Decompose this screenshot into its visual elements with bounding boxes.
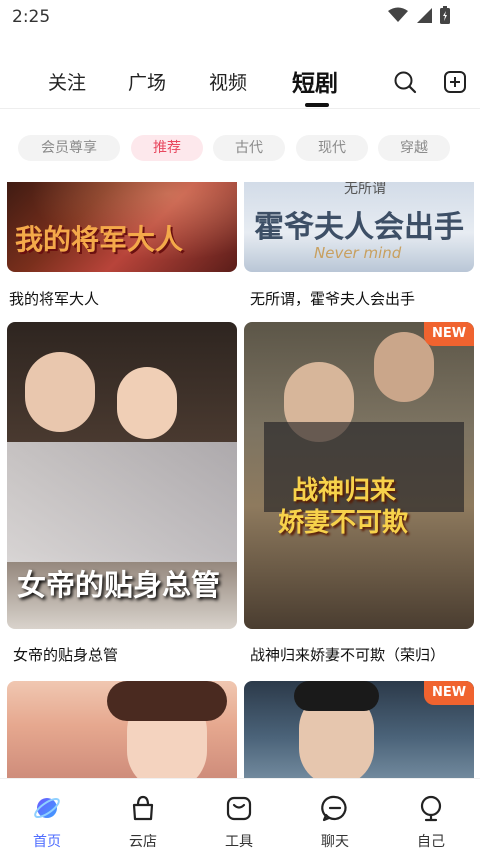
category-chips: 会员尊享 推荐 古代 现代 穿越 (0, 135, 480, 163)
chip-vip[interactable]: 会员尊享 (18, 135, 120, 161)
poster-title-line2: 娇妻不可欺 (278, 508, 409, 538)
new-badge: NEW (424, 681, 474, 705)
drama-card[interactable]: 女帝的贴身总管 女帝的贴身总管 (7, 322, 237, 667)
toolbox-icon (226, 796, 252, 821)
drama-poster (7, 681, 237, 778)
drama-poster: 战神归来 娇妻不可欺 NEW (244, 322, 474, 629)
search-icon[interactable] (393, 70, 417, 94)
chip-time-travel[interactable]: 穿越 (378, 135, 450, 161)
status-time: 2:25 (12, 7, 51, 27)
planet-icon (34, 797, 60, 819)
drama-poster: 无所谓 霍爷夫人会出手 Never mind (244, 182, 474, 272)
drama-card[interactable]: 我的将军大人 我的将军大人 (7, 182, 237, 314)
shopping-bag-icon (132, 795, 154, 821)
drama-card[interactable]: 无所谓 霍爷夫人会出手 Never mind 无所谓，霍爷夫人会出手 (244, 182, 474, 314)
top-tab-bar: 关注 广场 视频 短剧 (0, 56, 480, 108)
drama-card[interactable]: 战神归来 娇妻不可欺 NEW 战神归来娇妻不可欺（荣归） (244, 322, 474, 667)
bottom-nav: 首页 云店 工具 聊天 自己 (0, 778, 480, 853)
tab-plaza[interactable]: 广场 (128, 68, 166, 95)
wifi-icon (388, 7, 408, 22)
poster-english-text: Never mind (314, 244, 402, 262)
profile-icon (420, 795, 442, 822)
tab-follow[interactable]: 关注 (48, 68, 86, 95)
nav-tools[interactable]: 工具 (204, 793, 274, 851)
nav-store[interactable]: 云店 (108, 793, 178, 851)
drama-card[interactable]: NEW (244, 681, 474, 778)
drama-card[interactable] (7, 681, 237, 778)
poster-title-text: 霍爷夫人会出手 (254, 210, 464, 245)
poster-figure-female (117, 367, 177, 439)
chip-ancient[interactable]: 古代 (213, 135, 285, 161)
tab-video[interactable]: 视频 (209, 68, 247, 95)
active-tab-indicator (305, 103, 329, 107)
header-divider (0, 108, 480, 109)
nav-home[interactable]: 首页 (12, 793, 82, 851)
nav-label-profile: 自己 (417, 834, 445, 850)
signal-icon (417, 8, 432, 23)
drama-poster: 我的将军大人 (7, 182, 237, 272)
battery-icon (440, 6, 450, 24)
card-title: 战神归来娇妻不可欺（荣归） (250, 646, 446, 664)
poster-title-text: 我的将军大人 (15, 223, 184, 256)
chip-recommend[interactable]: 推荐 (131, 135, 203, 161)
poster-subtitle-text: 无所谓 (344, 182, 386, 197)
nav-label-tools: 工具 (225, 834, 253, 850)
nav-label-chat: 聊天 (321, 834, 349, 850)
drama-feed[interactable]: 我的将军大人 我的将军大人 无所谓 霍爷夫人会出手 Never mind 无所谓… (0, 182, 480, 778)
drama-poster: NEW (244, 681, 474, 778)
card-title: 我的将军大人 (9, 290, 100, 308)
status-icons (388, 6, 450, 24)
chip-modern[interactable]: 现代 (296, 135, 368, 161)
add-icon[interactable] (443, 70, 467, 94)
tab-short-drama[interactable]: 短剧 (292, 64, 338, 98)
drama-poster: 女帝的贴身总管 (7, 322, 237, 629)
new-badge: NEW (424, 322, 474, 346)
nav-profile[interactable]: 自己 (396, 793, 466, 851)
card-title: 无所谓，霍爷夫人会出手 (250, 290, 416, 308)
nav-chat[interactable]: 聊天 (300, 793, 370, 851)
status-bar: 2:25 (0, 0, 480, 34)
poster-title-text: 女帝的贴身总管 (17, 568, 221, 602)
poster-figure-man-2 (374, 332, 434, 402)
card-title: 女帝的贴身总管 (13, 646, 119, 664)
nav-label-home: 首页 (33, 834, 61, 850)
poster-figure-male (25, 352, 95, 432)
nav-label-store: 云店 (129, 834, 157, 850)
chat-icon (321, 795, 347, 822)
